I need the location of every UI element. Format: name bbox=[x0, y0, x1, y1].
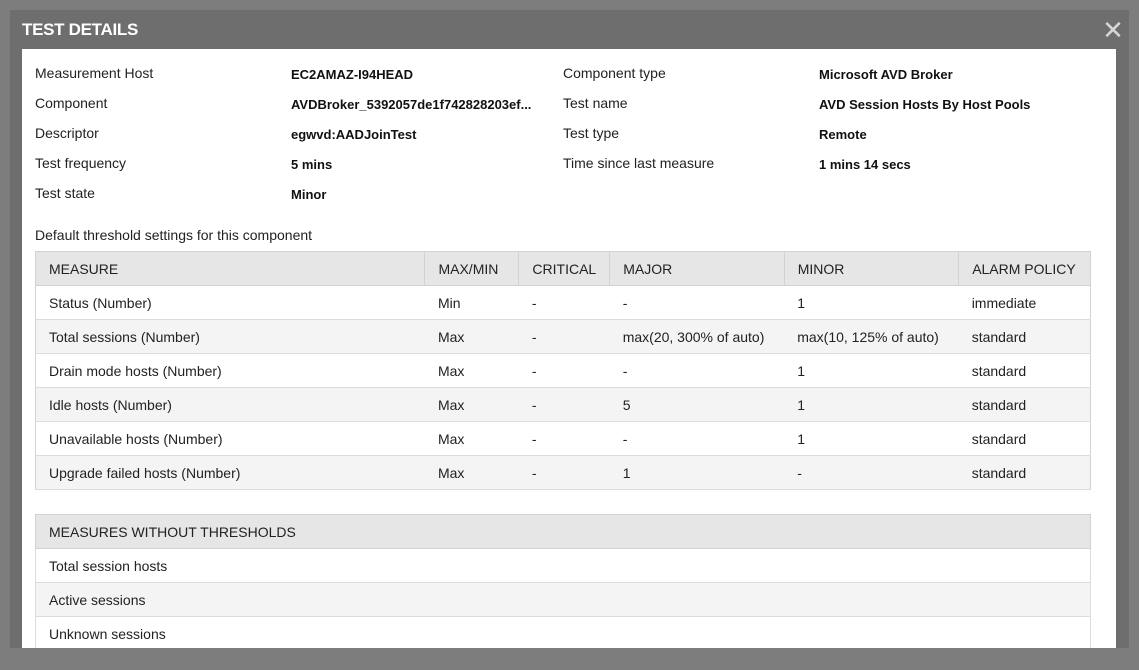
cell-measure: Upgrade failed hosts (Number) bbox=[34, 455, 425, 490]
table-row: Unavailable hosts (Number) Max - - 1 sta… bbox=[34, 421, 1091, 456]
info-row: Descriptor egwvd:AADJoinTest Test type R… bbox=[35, 125, 1095, 155]
info-row: Measurement Host EC2AMAZ-I94HEAD Compone… bbox=[35, 65, 1095, 95]
test-state-label: Test state bbox=[35, 185, 95, 201]
col-header-measures-without-thresholds: MEASURES WITHOUT THRESHOLDS bbox=[35, 514, 1091, 549]
measures-without-thresholds-table: MEASURES WITHOUT THRESHOLDS Total sessio… bbox=[35, 514, 1091, 648]
col-header-maxmin[interactable]: MAX/MIN bbox=[424, 251, 520, 286]
table-row: Drain mode hosts (Number) Max - - 1 stan… bbox=[34, 353, 1091, 388]
cell-maxmin: Max bbox=[424, 455, 519, 490]
component-label: Component bbox=[35, 95, 108, 111]
cell-minor: 1 bbox=[784, 387, 959, 422]
cell-major: - bbox=[609, 353, 785, 388]
col-header-minor[interactable]: MINOR bbox=[783, 251, 960, 286]
col-header-major[interactable]: MAJOR bbox=[609, 251, 785, 286]
threshold-header-row: MEASURE MAX/MIN CRITICAL MAJOR MINOR ALA… bbox=[34, 251, 1091, 286]
cell-alarm-policy: standard bbox=[958, 421, 1091, 456]
test-name-value: AVD Session Hosts By Host Pools bbox=[819, 97, 1031, 112]
cell-maxmin: Max bbox=[424, 353, 519, 388]
cell-critical: - bbox=[518, 319, 610, 354]
measurement-host-label: Measurement Host bbox=[35, 65, 154, 81]
cell-maxmin: Max bbox=[424, 387, 519, 422]
cell-measure: Status (Number) bbox=[34, 285, 425, 320]
component-value: AVDBroker_5392057de1f742828203ef... bbox=[291, 97, 532, 112]
close-icon[interactable]: ✕ bbox=[1099, 16, 1127, 44]
test-state-value: Minor bbox=[291, 187, 327, 202]
dialog-content: Measurement Host EC2AMAZ-I94HEAD Compone… bbox=[22, 49, 1116, 648]
descriptor-value: egwvd:AADJoinTest bbox=[291, 127, 417, 142]
cell-critical: - bbox=[518, 353, 610, 388]
list-item: Total session hosts bbox=[35, 548, 1091, 583]
info-row: Component AVDBroker_5392057de1f742828203… bbox=[35, 95, 1095, 125]
table-row: Idle hosts (Number) Max - 5 1 standard bbox=[34, 387, 1091, 422]
no-threshold-header-row: MEASURES WITHOUT THRESHOLDS bbox=[35, 514, 1091, 549]
test-name-label: Test name bbox=[563, 95, 628, 111]
cell-alarm-policy: standard bbox=[958, 387, 1091, 422]
cell-maxmin: Max bbox=[424, 319, 519, 354]
test-type-label: Test type bbox=[563, 125, 620, 141]
list-item: Unknown sessions bbox=[35, 616, 1091, 648]
cell-major: - bbox=[609, 421, 785, 456]
cell-alarm-policy: standard bbox=[958, 319, 1091, 354]
component-type-label: Component type bbox=[563, 65, 666, 81]
cell-minor: 1 bbox=[784, 353, 959, 388]
info-row: Test state Minor bbox=[35, 185, 1095, 215]
cell-major: 5 bbox=[609, 387, 785, 422]
measure-name: Active sessions bbox=[35, 582, 1091, 617]
threshold-caption: Default threshold settings for this comp… bbox=[35, 227, 313, 243]
measure-name: Unknown sessions bbox=[35, 616, 1091, 648]
component-type-value: Microsoft AVD Broker bbox=[819, 67, 953, 82]
cell-maxmin: Max bbox=[424, 421, 519, 456]
cell-major: 1 bbox=[609, 455, 785, 490]
cell-critical: - bbox=[518, 387, 610, 422]
info-row: Test frequency 5 mins Time since last me… bbox=[35, 155, 1095, 185]
cell-minor: 1 bbox=[784, 285, 959, 320]
cell-critical: - bbox=[518, 285, 610, 320]
cell-measure: Unavailable hosts (Number) bbox=[34, 421, 425, 456]
cell-alarm-policy: immediate bbox=[958, 285, 1091, 320]
dialog-titlebar: TEST DETAILS ✕ bbox=[10, 10, 1129, 49]
measurement-host-value: EC2AMAZ-I94HEAD bbox=[291, 67, 414, 82]
table-row: Status (Number) Min - - 1 immediate bbox=[34, 285, 1091, 320]
measure-name: Total session hosts bbox=[35, 548, 1091, 583]
list-item: Active sessions bbox=[35, 582, 1091, 617]
descriptor-label: Descriptor bbox=[35, 125, 99, 141]
cell-measure: Idle hosts (Number) bbox=[34, 387, 425, 422]
threshold-table: MEASURE MAX/MIN CRITICAL MAJOR MINOR ALA… bbox=[34, 251, 1091, 490]
cell-measure: Drain mode hosts (Number) bbox=[34, 353, 425, 388]
cell-critical: - bbox=[518, 421, 610, 456]
cell-critical: - bbox=[518, 455, 610, 490]
cell-measure: Total sessions (Number) bbox=[34, 319, 425, 354]
table-row: Upgrade failed hosts (Number) Max - 1 - … bbox=[34, 455, 1091, 490]
test-frequency-label: Test frequency bbox=[35, 155, 127, 171]
cell-maxmin: Min bbox=[424, 285, 519, 320]
cell-major: max(20, 300% of auto) bbox=[609, 319, 785, 354]
cell-minor: - bbox=[784, 455, 959, 490]
time-since-label: Time since last measure bbox=[563, 155, 715, 171]
test-details-dialog: TEST DETAILS ✕ Measurement Host EC2AMAZ-… bbox=[10, 10, 1129, 648]
cell-minor: max(10, 125% of auto) bbox=[784, 319, 959, 354]
cell-minor: 1 bbox=[784, 421, 959, 456]
time-since-value: 1 mins 14 secs bbox=[819, 157, 911, 172]
test-info-grid: Measurement Host EC2AMAZ-I94HEAD Compone… bbox=[35, 65, 1095, 215]
cell-alarm-policy: standard bbox=[958, 455, 1091, 490]
cell-major: - bbox=[609, 285, 785, 320]
dialog-title: TEST DETAILS bbox=[22, 20, 139, 39]
test-frequency-value: 5 mins bbox=[291, 157, 333, 172]
table-row: Total sessions (Number) Max - max(20, 30… bbox=[34, 319, 1091, 354]
col-header-alarm-policy[interactable]: ALARM POLICY bbox=[958, 251, 1091, 286]
col-header-measure[interactable]: MEASURE bbox=[34, 251, 426, 286]
col-header-critical[interactable]: CRITICAL bbox=[518, 251, 611, 286]
test-type-value: Remote bbox=[819, 127, 867, 142]
cell-alarm-policy: standard bbox=[958, 353, 1091, 388]
